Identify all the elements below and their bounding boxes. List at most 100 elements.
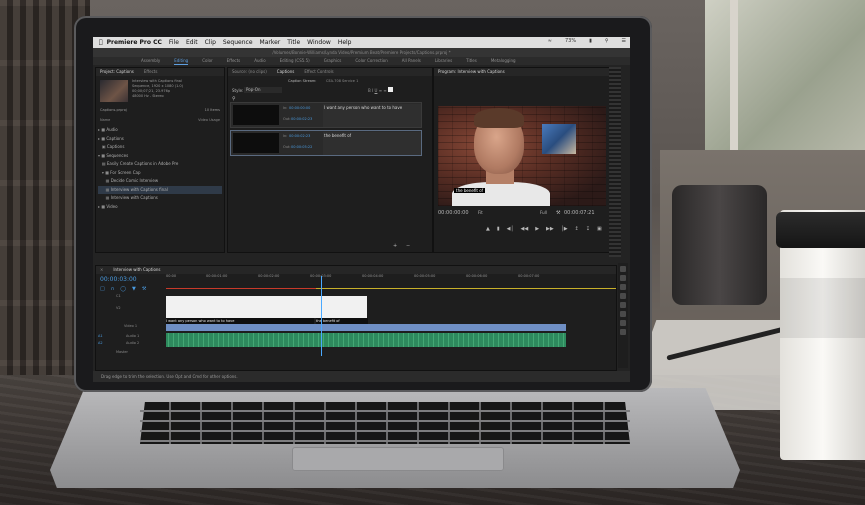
- menu-window[interactable]: Window: [307, 39, 331, 46]
- tab-effect-controls[interactable]: Effect Controls: [304, 68, 333, 76]
- mark-out-icon[interactable]: ▮: [497, 226, 500, 232]
- caption-out-time[interactable]: 00:00:02:23: [291, 117, 312, 121]
- nest-icon[interactable]: □: [100, 286, 105, 292]
- caption-in-time[interactable]: 00:00:00:00: [289, 106, 310, 110]
- audio-clip[interactable]: [166, 333, 566, 347]
- lift-icon[interactable]: ↥: [575, 226, 579, 232]
- step-forward-icon[interactable]: │▶: [561, 226, 568, 232]
- caption-in-time[interactable]: 00:00:02:23: [289, 134, 310, 138]
- list-item[interactable]: ▾ ■ For Screen Cap: [98, 169, 222, 178]
- italic-icon[interactable]: I: [372, 88, 373, 93]
- timeline-timecode[interactable]: 00:00:03:00: [100, 276, 137, 283]
- tab-source[interactable]: Source: (no clips): [232, 68, 267, 76]
- type-tool-icon[interactable]: [620, 329, 626, 335]
- workspace-editing-cs55[interactable]: Editing (CS5.5): [280, 57, 310, 65]
- program-timecode-in[interactable]: 00:00:00:00: [438, 210, 469, 216]
- add-caption-button[interactable]: +: [393, 243, 397, 249]
- list-item[interactable]: ▦ Interview with Captions: [98, 194, 222, 203]
- workspace-graphics[interactable]: Graphics: [324, 57, 342, 65]
- underline-icon[interactable]: U: [375, 88, 378, 93]
- list-item[interactable]: ▦ Decide Comic Interview: [98, 177, 222, 186]
- go-to-in-icon[interactable]: ◀◀: [520, 226, 528, 232]
- fit-select[interactable]: Fit: [478, 210, 483, 215]
- marker-icon[interactable]: ▼: [132, 286, 136, 292]
- caption-stream-select[interactable]: CEA-708 Service 1: [326, 79, 358, 83]
- tab-effects[interactable]: Effects: [144, 68, 158, 76]
- align-left-icon[interactable]: ≡: [379, 88, 382, 93]
- apple-icon[interactable]: : [99, 39, 103, 46]
- list-item[interactable]: ▣ Captions: [98, 143, 222, 152]
- selection-tool-icon[interactable]: [620, 266, 626, 272]
- play-icon[interactable]: ▶: [535, 226, 539, 232]
- extract-icon[interactable]: ↧: [586, 226, 590, 232]
- workspace-metalogging[interactable]: Metalogging: [491, 57, 516, 65]
- workspace-editing[interactable]: Editing: [174, 57, 189, 65]
- list-item[interactable]: ▸ ■ Captions: [98, 135, 222, 144]
- ripple-edit-tool-icon[interactable]: [620, 284, 626, 290]
- video-clip[interactable]: [166, 324, 566, 331]
- workspace-color[interactable]: Color: [202, 57, 212, 65]
- hand-tool-icon[interactable]: [620, 320, 626, 326]
- caption-row[interactable]: In: 00:00:02:23 Out: 00:00:05:22 the ben…: [230, 130, 422, 156]
- color-swatch-icon[interactable]: [388, 87, 393, 92]
- column-video-usage[interactable]: Video Usage: [198, 118, 220, 122]
- close-icon[interactable]: ×: [100, 266, 103, 274]
- caption-text[interactable]: I want any person who want to to have: [323, 104, 421, 127]
- workspace-assembly[interactable]: Assembly: [141, 57, 160, 65]
- wrench-icon[interactable]: ⚒: [556, 210, 560, 216]
- column-name[interactable]: Name: [100, 118, 110, 122]
- menu-help[interactable]: Help: [338, 39, 352, 46]
- battery-level[interactable]: 73%: [565, 38, 576, 44]
- workspace-titles[interactable]: Titles: [466, 57, 477, 65]
- step-back-icon[interactable]: ◀│: [507, 226, 514, 232]
- menu-edit[interactable]: Edit: [186, 39, 198, 46]
- menu-list-icon[interactable]: ☰: [622, 38, 626, 44]
- pen-tool-icon[interactable]: [620, 311, 626, 317]
- mark-in-icon[interactable]: ▲: [486, 226, 490, 232]
- slip-tool-icon[interactable]: [620, 302, 626, 308]
- camera-icon[interactable]: ▣: [597, 226, 602, 232]
- caption-text[interactable]: the benefit of: [323, 132, 421, 155]
- style-select[interactable]: Pop-On: [244, 87, 282, 93]
- remove-caption-button[interactable]: −: [406, 243, 410, 249]
- tab-program[interactable]: Program: Interview with Captions: [438, 68, 505, 76]
- menu-clip[interactable]: Clip: [205, 39, 216, 46]
- playhead[interactable]: [321, 276, 322, 356]
- video-frame[interactable]: the benefit of: [438, 106, 606, 206]
- workspace-effects[interactable]: Effects: [227, 57, 241, 65]
- wifi-icon[interactable]: ≈: [548, 38, 552, 44]
- list-item[interactable]: ▦ Interview with Captions final: [98, 185, 222, 194]
- bold-icon[interactable]: B: [368, 88, 371, 93]
- clip-thumbnail[interactable]: [100, 80, 128, 102]
- search-icon[interactable]: ⚲: [605, 38, 609, 44]
- title-clip[interactable]: [166, 296, 367, 318]
- workspace-color-correction[interactable]: Color Correction: [355, 57, 387, 65]
- battery-icon[interactable]: ▮: [589, 38, 592, 44]
- menu-app-name[interactable]: Premiere Pro CC: [107, 39, 162, 46]
- tab-captions[interactable]: Captions: [277, 68, 295, 76]
- razor-tool-icon[interactable]: [620, 293, 626, 299]
- track-master[interactable]: Master: [116, 350, 184, 354]
- tab-timeline[interactable]: Interview with Captions: [113, 266, 160, 274]
- menu-file[interactable]: File: [169, 39, 179, 46]
- workspace-audio[interactable]: Audio: [254, 57, 265, 65]
- caption-row[interactable]: In: 00:00:00:00 Out: 00:00:02:23 I want …: [230, 102, 422, 128]
- menu-marker[interactable]: Marker: [260, 39, 281, 46]
- list-item[interactable]: ▸ ■ Audio: [98, 126, 222, 135]
- list-item[interactable]: ▸ ■ Video: [98, 203, 222, 212]
- list-item[interactable]: ▾ ■ Sequences: [98, 152, 222, 161]
- align-center-icon[interactable]: ≡: [383, 88, 386, 93]
- tab-project[interactable]: Project: Captions: [100, 68, 134, 76]
- workspace-all-panels[interactable]: All Panels: [402, 57, 421, 65]
- menu-title[interactable]: Title: [287, 39, 300, 46]
- caption-out-time[interactable]: 00:00:05:22: [291, 145, 312, 149]
- menu-sequence[interactable]: Sequence: [223, 39, 253, 46]
- list-item[interactable]: ▦ Easily Create Captions in Adobe Pre: [98, 160, 222, 169]
- linked-icon[interactable]: ◯: [120, 286, 126, 292]
- snap-icon[interactable]: ∩: [111, 286, 115, 292]
- zoom-select[interactable]: Full: [540, 210, 547, 215]
- settings-icon[interactable]: ⚒: [142, 286, 146, 292]
- track-select-tool-icon[interactable]: [620, 275, 626, 281]
- time-ruler[interactable]: 00:00 00:00:01:00 00:00:02:00 00:00:03:0…: [166, 274, 616, 284]
- workspace-libraries[interactable]: Libraries: [435, 57, 452, 65]
